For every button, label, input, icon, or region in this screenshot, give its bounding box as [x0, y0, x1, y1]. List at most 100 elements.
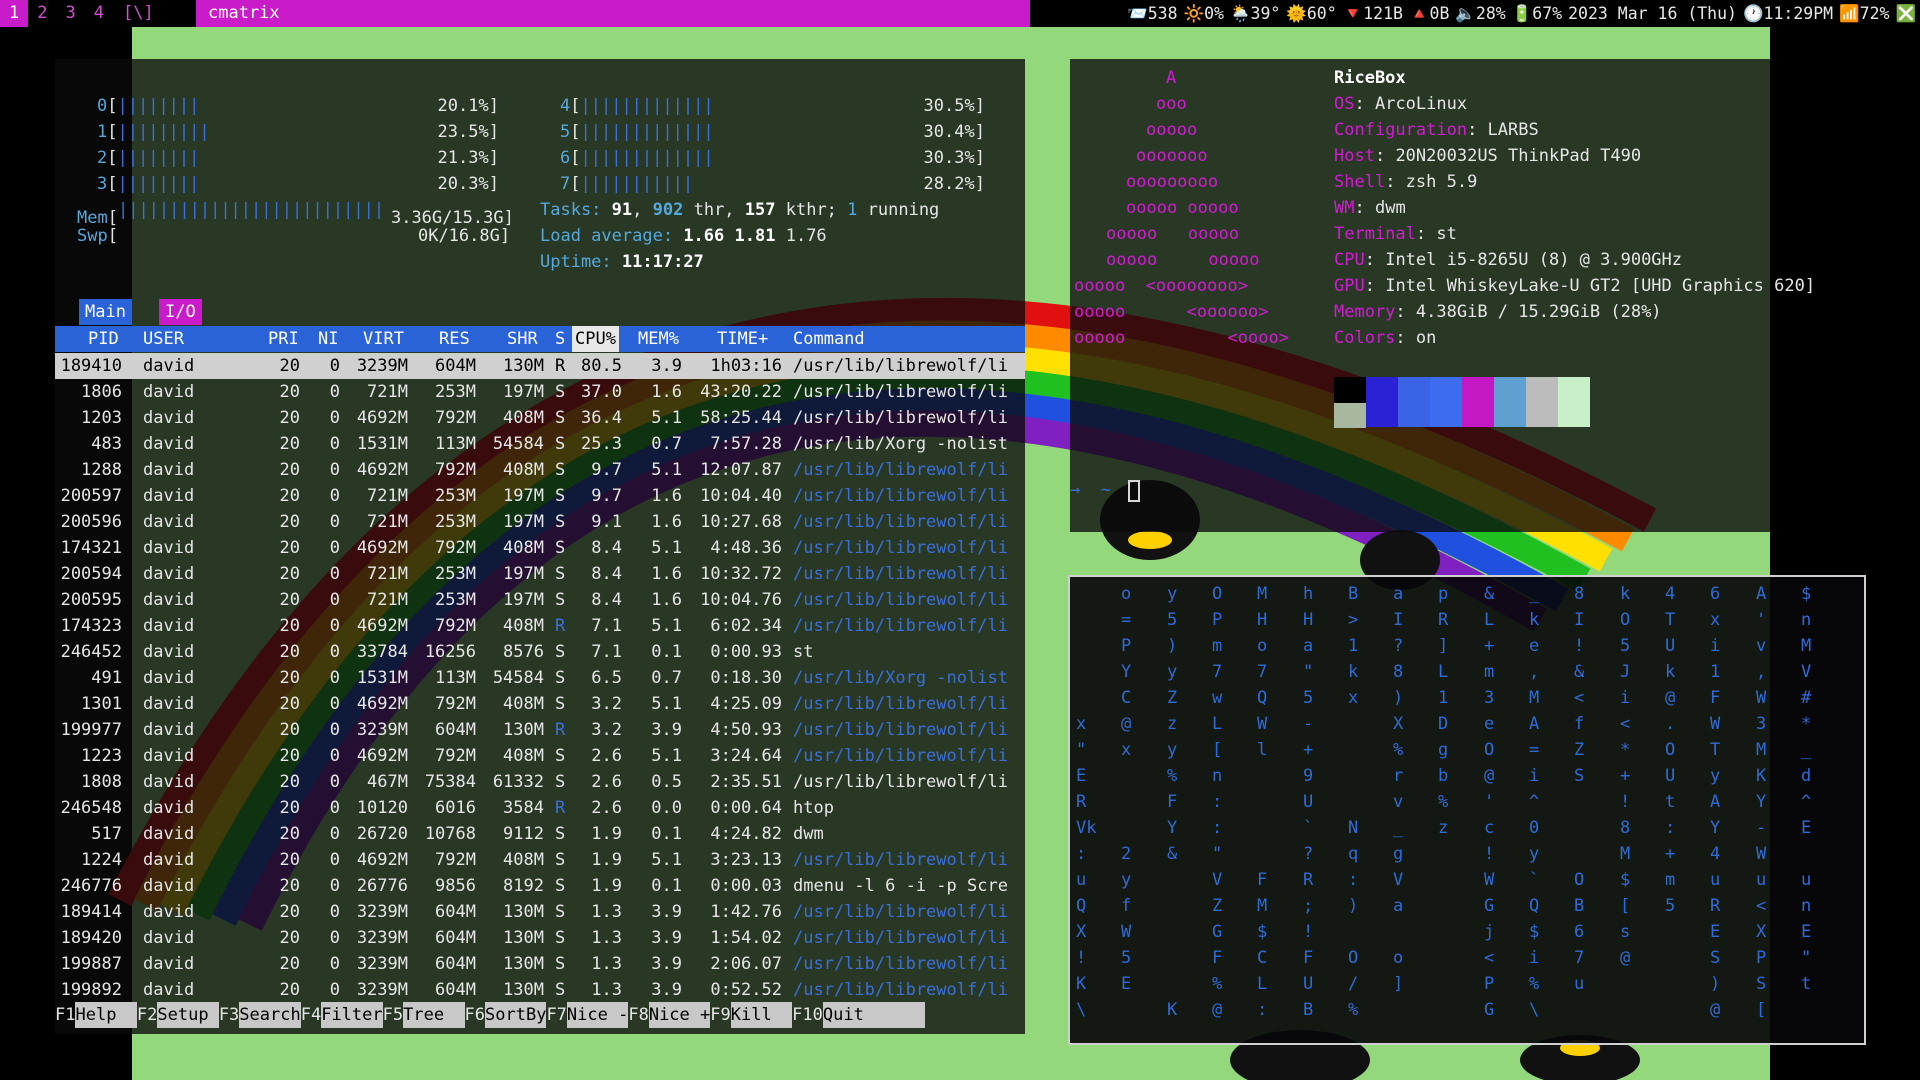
fkey-label: Nice -: [566, 1002, 629, 1028]
col-virt[interactable]: VIRT: [363, 326, 404, 352]
process-row[interactable]: 246548 david 20 0 10120 6016 3584 R 2.6 0.0 0:00.6…: [55, 795, 1025, 821]
htop-window[interactable]: 0[|||||||| 20.1%] 1[||||||||| 23.5%] 2[|||…: [55, 59, 1025, 1034]
network-icon[interactable]: ❎: [1895, 0, 1916, 27]
info-key: Host: [1334, 146, 1375, 166]
col-cpu-sorted[interactable]: CPU%: [572, 326, 619, 352]
fkey-f9[interactable]: F9 Kill: [710, 1002, 793, 1028]
process-row[interactable]: 1806 david 20 0 721M 253M 197M S 37.0 1.6 43:20.22…: [55, 379, 1025, 405]
cell-mem: 5.1: [651, 746, 682, 766]
cell-pri: 20: [279, 486, 300, 506]
col-ni[interactable]: NI: [318, 326, 338, 352]
fkey-f5[interactable]: F5 Tree: [383, 1002, 465, 1028]
net-up-status[interactable]: 🔺0B: [1409, 0, 1449, 27]
tag-4[interactable]: 4: [85, 0, 113, 27]
layout-indicator[interactable]: [\]: [113, 0, 164, 27]
mail-count[interactable]: 📨538: [1127, 0, 1177, 27]
clock-status[interactable]: 🕐11:29PM: [1743, 0, 1833, 27]
cmatrix-terminal[interactable]: x " E R Vk : u Q X ! K \ o = P Y C @ x 2 …: [1068, 575, 1866, 1045]
info-host: Host: 20N20032US ThinkPad T490: [1334, 143, 1641, 169]
process-row[interactable]: 1808 david 20 0 467M 75384 61332 S 2.6 0.5 2:35.51…: [55, 769, 1025, 795]
fkey-f6[interactable]: F6 SortBy: [465, 1002, 547, 1028]
process-row[interactable]: 491 david 20 0 1531M 113M 54584 S 6.5 0.7 0:18.30 /…: [55, 665, 1025, 691]
cell-pid: 174321: [60, 538, 122, 558]
process-row[interactable]: 1223 david 20 0 4692M 792M 408M S 2.6 5.1 3:24.64 /…: [55, 743, 1025, 769]
col-command[interactable]: Command: [793, 326, 865, 352]
cell-virt: 33784: [356, 642, 408, 662]
tab-main[interactable]: Main: [79, 299, 132, 325]
color-swatch: [1462, 377, 1494, 427]
col-res[interactable]: RES: [439, 326, 470, 352]
matrix-column: 6 x i 1 F W T y A Y 4 u R E S ) @: [1710, 584, 1721, 1020]
tasks-summary: Tasks: 91, 902 thr, 157 kthr; 1 running: [540, 200, 940, 220]
info-key: CPU: [1334, 250, 1365, 270]
process-row[interactable]: 200594 david 20 0 721M 253M 197M S 8.4 1.6 10:32.7…: [55, 561, 1025, 587]
wifi-status[interactable]: 📶72%: [1839, 0, 1889, 27]
logo-line: ooo: [1156, 94, 1187, 114]
process-row[interactable]: 246452 david 20 0 33784 16256 8576 S 7.1 0.1 0:00.…: [55, 639, 1025, 665]
cell-res: 604M: [435, 720, 476, 740]
col-shr[interactable]: SHR: [507, 326, 538, 352]
col-mem[interactable]: MEM%: [638, 326, 679, 352]
cell-mem: 3.9: [651, 356, 682, 376]
fkey-f10[interactable]: F10 Quit: [792, 1002, 926, 1028]
tag-2[interactable]: 2: [28, 0, 56, 27]
process-row[interactable]: 200597 david 20 0 721M 253M 197M S 9.7 1.6 10:04.4…: [55, 483, 1025, 509]
process-row[interactable]: 1203 david 20 0 4692M 792M 408M S 36.4 5.1 58:25.4…: [55, 405, 1025, 431]
volume-status[interactable]: 🔈28%: [1455, 0, 1505, 27]
cell-pri: 20: [279, 434, 300, 454]
color-swatch: [1526, 377, 1558, 427]
col-pri[interactable]: PRI: [268, 326, 299, 352]
cell-cpu: 9.7: [591, 486, 622, 506]
process-table-header: PID USER PRI NI VIRT RES SHR S CPU% MEM%…: [55, 326, 1025, 352]
fkey-f3[interactable]: F3 Search: [219, 1002, 301, 1028]
date-status[interactable]: 2023 Mar 16 (Thu): [1568, 0, 1737, 27]
fkey-f4[interactable]: F4 Filter: [301, 1002, 383, 1028]
fkey-f8[interactable]: F8 Nice +: [628, 1002, 711, 1028]
temperature-status[interactable]: 🌞60°: [1286, 0, 1336, 27]
process-row[interactable]: 246776 david 20 0 26776 9856 8192 S 1.9 0.1 0:00.0…: [55, 873, 1025, 899]
matrix-column: h H a " 5 - + 9 U ` ? R ; ! F U B: [1303, 584, 1314, 1020]
process-row[interactable]: 189414 david 20 0 3239M 604M 130M S 1.3 3.9 1:42.7…: [55, 899, 1025, 925]
tag-1[interactable]: 1: [0, 0, 29, 27]
battery-status[interactable]: 🔋67%: [1512, 0, 1562, 27]
cell-virt: 26776: [356, 876, 408, 896]
col-time[interactable]: TIME+: [717, 326, 768, 352]
process-row[interactable]: 200595 david 20 0 721M 253M 197M S 8.4 1.6 10:04.7…: [55, 587, 1025, 613]
cell-pid: 246776: [60, 876, 122, 896]
cell-time: 4:50.93: [710, 720, 782, 740]
cell-cpu: 3.2: [591, 694, 622, 714]
process-row[interactable]: 199977 david 20 0 3239M 604M 130M R 3.2 3.9 4:50.9…: [55, 717, 1025, 743]
process-row[interactable]: 1288 david 20 0 4692M 792M 408M S 9.7 5.1 12:07.87…: [55, 457, 1025, 483]
net-down-status[interactable]: 🔻121B: [1343, 0, 1403, 27]
process-row[interactable]: 483 david 20 0 1531M 113M 54584 S 25.3 0.7 7:57.28…: [55, 431, 1025, 457]
process-row[interactable]: 200596 david 20 0 721M 253M 197M S 9.1 1.6 10:27.6…: [55, 509, 1025, 535]
cell-shr: 8576: [503, 642, 544, 662]
process-row[interactable]: 189420 david 20 0 3239M 604M 130M S 1.3 3.9 1:54.0…: [55, 925, 1025, 951]
process-row[interactable]: 199887 david 20 0 3239M 604M 130M S 1.3 3.9 2:06.0…: [55, 951, 1025, 977]
process-row[interactable]: 174321 david 20 0 4692M 792M 408M S 8.4 5.1 4:48.3…: [55, 535, 1025, 561]
cell-user: david: [143, 954, 195, 974]
cell-pri: 20: [279, 980, 300, 1000]
tab-io[interactable]: I/O: [159, 299, 202, 325]
process-row[interactable]: 1301 david 20 0 4692M 792M 408M S 3.2 5.1 4:25.09 /…: [55, 691, 1025, 717]
col-state[interactable]: S: [555, 326, 565, 352]
tag-3[interactable]: 3: [57, 0, 85, 27]
weather-status[interactable]: 🌦️39°: [1230, 0, 1280, 27]
info-colors: Colors: on: [1334, 325, 1436, 351]
process-row[interactable]: 199892 david 20 0 3239M 604M 130M S 1.3 3.9 0:52.5…: [55, 977, 1025, 1003]
process-row[interactable]: 517 david 20 0 26720 10768 9112 S 1.9 0.1 4:24.82 d…: [55, 821, 1025, 847]
process-row[interactable]: 1224 david 20 0 4692M 792M 408M S 1.9 5.1 3:23.13 /…: [55, 847, 1025, 873]
cell-command: /usr/lib/librewolf/li: [793, 616, 1008, 636]
cell-pri: 20: [279, 876, 300, 896]
cell-virt: 4692M: [356, 460, 408, 480]
brightness-status[interactable]: 🔆0%: [1184, 0, 1224, 27]
neofetch-terminal[interactable]: Aooo ooooo ooooooo ooooooooo ooooo ooooo oooo…: [1070, 59, 1815, 532]
fkey-f7[interactable]: F7 Nice -: [546, 1002, 629, 1028]
fkey-f1[interactable]: F1 Help: [55, 1002, 137, 1028]
col-pid[interactable]: PID: [88, 326, 119, 352]
process-row-selected[interactable]: 189410 david 20 0 3239M 604M 130M R 80.5 3.9 1h03:…: [55, 353, 1025, 379]
cell-virt: 4692M: [356, 850, 408, 870]
process-row[interactable]: 174323 david 20 0 4692M 792M 408M R 7.1 5.1 6:02.3…: [55, 613, 1025, 639]
fkey-f2[interactable]: F2 Setup: [137, 1002, 219, 1028]
col-user[interactable]: USER: [143, 326, 184, 352]
